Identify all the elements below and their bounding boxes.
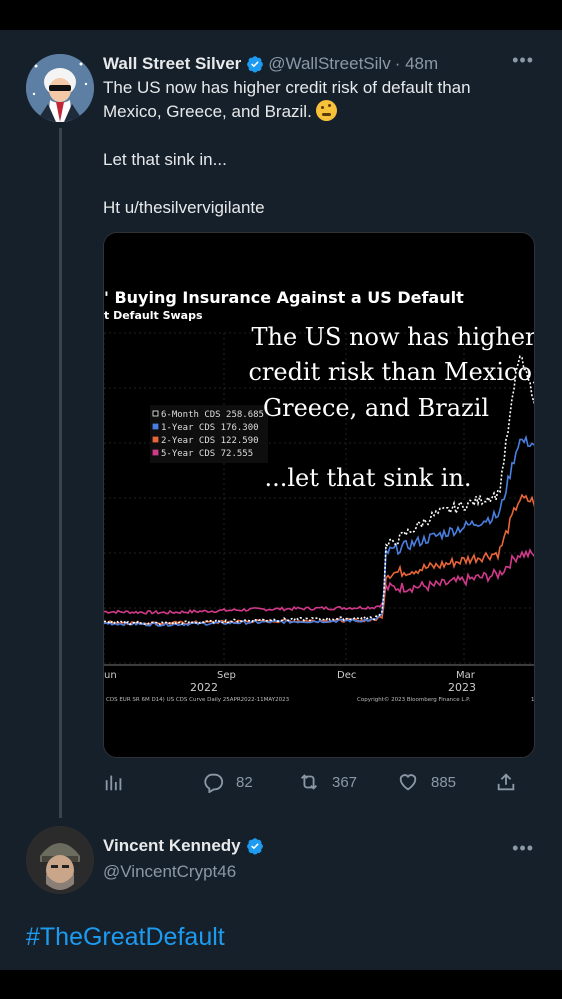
- x-tick-label: Mar: [456, 670, 476, 681]
- tweet-text: The US now has higher credit risk of def…: [103, 76, 533, 244]
- tweet-text-line: Ht u/thesilvervigilante: [103, 198, 265, 217]
- tweet-text-line: The US now has higher credit risk of def…: [103, 78, 471, 121]
- timestamp[interactable]: · 48m: [395, 54, 438, 74]
- like-count: 885: [431, 773, 457, 791]
- overlay-text-line: Greece, and Brazil: [263, 394, 489, 422]
- legend-swatch: [152, 449, 159, 456]
- tweet-media-chart[interactable]: ' Buying Insurance Against a US Default …: [103, 232, 535, 758]
- reply-display-name[interactable]: Vincent Kennedy: [103, 836, 241, 856]
- top-black-bar: [0, 0, 562, 30]
- reply-button[interactable]: 82: [202, 768, 253, 796]
- analytics-icon: [105, 775, 122, 791]
- like-button[interactable]: 885: [397, 768, 456, 796]
- retweet-count: 367: [332, 773, 358, 791]
- chart-title: ' Buying Insurance Against a US Default: [104, 288, 464, 307]
- chart-footer-left: CDS EUR SR 6M D14) US CDS Curve Daily 25…: [106, 697, 290, 703]
- x-year-label: 2022: [190, 681, 218, 694]
- reply-avatar[interactable]: [26, 826, 94, 894]
- avatar[interactable]: [26, 54, 94, 122]
- legend-swatch: [152, 423, 159, 430]
- x-tick-label: un: [104, 670, 117, 681]
- legend-swatch: [152, 410, 159, 417]
- tweet-header: Wall Street Silver @WallStreetSilv · 48m: [103, 52, 438, 76]
- reply-header: Vincent Kennedy: [103, 836, 268, 856]
- legend-swatch: [152, 436, 159, 443]
- retweet-icon: [301, 774, 317, 790]
- cds-chart: ' Buying Insurance Against a US Default …: [104, 233, 535, 757]
- more-icon[interactable]: •••: [512, 50, 534, 71]
- share-button[interactable]: [495, 768, 529, 796]
- chart-footer-edge: 1: [531, 697, 535, 703]
- more-icon[interactable]: •••: [512, 838, 534, 859]
- handle[interactable]: @WallStreetSilv: [268, 54, 390, 74]
- tweet-actions: 82 367 885: [103, 768, 523, 796]
- display-name[interactable]: Wall Street Silver: [103, 54, 241, 74]
- verified-badge-icon: [247, 56, 264, 73]
- retweet-button[interactable]: 367: [298, 768, 357, 796]
- chart-subtitle: t Default Swaps: [104, 309, 203, 322]
- tweet-text-line: Let that sink in...: [103, 150, 227, 169]
- tweet-thread: Wall Street Silver @WallStreetSilv · 48m…: [0, 30, 562, 970]
- x-tick-label: Dec: [337, 670, 356, 681]
- legend-label: 1-Year CDS 176.300: [161, 423, 259, 433]
- reply-handle[interactable]: @VincentCrypt46: [103, 862, 236, 882]
- analytics-button[interactable]: [103, 768, 137, 796]
- verified-badge-icon: [246, 838, 263, 855]
- thinking-face-emoji-icon: [315, 100, 337, 121]
- overlay-text-line: ...let that sink in.: [264, 464, 471, 492]
- share-icon: [497, 773, 515, 791]
- x-year-label: 2023: [448, 681, 476, 694]
- reply-icon: [204, 773, 224, 793]
- reply-count: 82: [236, 773, 253, 791]
- heart-icon: [399, 774, 417, 791]
- chart-footer-right: Copyright© 2023 Bloomberg Finance L.P.: [357, 696, 471, 703]
- legend-label: 5-Year CDS 72.555: [161, 449, 253, 459]
- legend-label: 6-Month CDS 258.685: [161, 410, 264, 420]
- overlay-text-line: credit risk than Mexico,: [248, 358, 535, 386]
- x-tick-label: Sep: [217, 670, 236, 681]
- bottom-black-bar: [0, 970, 562, 999]
- thread-line: [59, 128, 62, 818]
- overlay-text-line: The US now has higher: [251, 323, 535, 351]
- legend-label: 2-Year CDS 122.590: [161, 436, 259, 446]
- hashtag-link[interactable]: #TheGreatDefault: [26, 923, 225, 952]
